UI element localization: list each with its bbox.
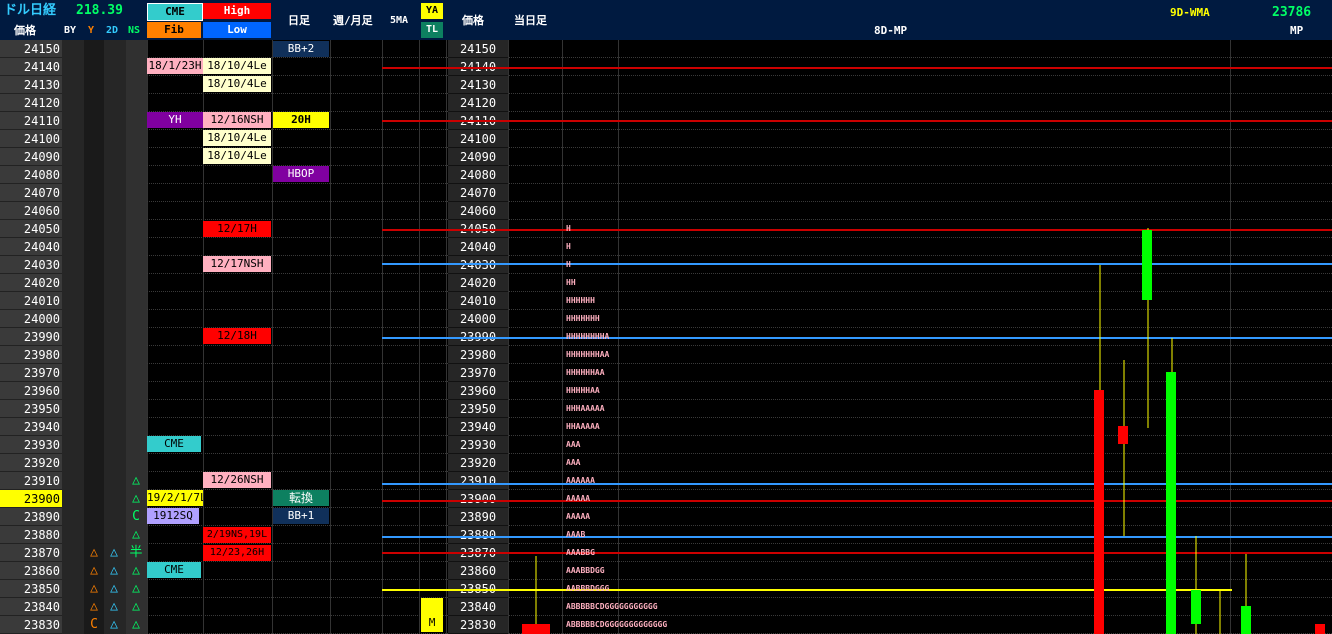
mp-row: AAAAA: [566, 494, 591, 503]
tag-20h[interactable]: 20H: [273, 112, 329, 128]
mp-row: ABBBBBCDGGGGGGGGGGG: [566, 602, 658, 611]
tag-12-17nsh[interactable]: 12/17NSH: [203, 256, 271, 272]
mp-row: HHHHHHHAA: [566, 350, 610, 359]
tag-18-10-4le[interactable]: 18/10/4Le: [203, 76, 271, 92]
mp-row: AAAAA: [566, 512, 591, 521]
triangle-mark: △: [110, 545, 118, 560]
mp-row: AAAB: [566, 530, 586, 539]
tag-12-17h[interactable]: 12/17H: [203, 221, 271, 237]
mp-row: H: [566, 260, 571, 269]
candle-green: [1191, 590, 1201, 624]
mp-row: H: [566, 224, 571, 233]
tag-cme[interactable]: CME: [147, 562, 201, 578]
han-mark: 半: [129, 545, 143, 560]
tag-hbop[interactable]: HBOP: [273, 166, 329, 182]
mp-row: AAA: [566, 458, 581, 467]
tag-12-16nsh[interactable]: 12/16NSH: [203, 112, 271, 128]
tag-bb-plus-2[interactable]: BB+2: [273, 41, 329, 57]
triangle-mark: △: [132, 599, 140, 614]
triangle-mark: △: [90, 563, 98, 578]
candle-red: [1315, 624, 1325, 634]
candle-green: [1166, 372, 1176, 634]
tag-m[interactable]: M: [421, 598, 443, 632]
mp-row: AAABBDGG: [566, 566, 605, 575]
c-mark: C: [132, 509, 140, 524]
mp-row: HH: [566, 278, 576, 287]
candle-red: [1094, 390, 1104, 634]
tag-12-18h[interactable]: 12/18H: [203, 328, 271, 344]
triangle-mark: △: [90, 581, 98, 596]
tag-tenkan[interactable]: 転換: [273, 490, 329, 506]
triangle-mark: △: [110, 617, 118, 632]
mp-row: AAABBG: [566, 548, 595, 557]
candle-green: [1142, 230, 1152, 300]
mp-row: HHHHHAA: [566, 386, 600, 395]
candle-red-today: [522, 624, 550, 634]
tag-yh[interactable]: YH: [147, 112, 203, 128]
mp-row: HHHHHHHHA: [566, 332, 610, 341]
triangle-mark: △: [132, 491, 140, 506]
tag-12-23-26h[interactable]: 12/23,26H: [203, 545, 271, 561]
triangle-mark: △: [132, 581, 140, 596]
tag-18-1-23h[interactable]: 18/1/23H: [147, 58, 203, 74]
tag-12-26nsh[interactable]: 12/26NSH: [203, 472, 271, 488]
c-mark: C: [90, 617, 98, 632]
triangle-mark: △: [132, 617, 140, 632]
tag-18-10-4le[interactable]: 18/10/4Le: [203, 58, 271, 74]
tag-1912sq[interactable]: 1912SQ: [147, 508, 199, 524]
mp-row: ABBBBBCDGGGGGGGGGGGGG: [566, 620, 668, 629]
triangle-mark: △: [110, 599, 118, 614]
mp-row: HHHHHHH: [566, 314, 600, 323]
candle-red: [1118, 426, 1128, 444]
mp-row: AAA: [566, 440, 581, 449]
tag-bb-plus-1[interactable]: BB+1: [273, 508, 329, 524]
mp-row: AAAAAA: [566, 476, 595, 485]
mp-row: HHHAAAAA: [566, 404, 605, 413]
triangle-mark: △: [132, 563, 140, 578]
candle-green: [1241, 606, 1251, 634]
triangle-mark: △: [132, 527, 140, 542]
tag-2-19ns-19l[interactable]: 2/19NS,19L: [203, 527, 271, 543]
tag-18-10-4le[interactable]: 18/10/4Le: [203, 148, 271, 164]
candle-chart: [522, 228, 1325, 634]
triangle-mark: △: [110, 581, 118, 596]
tag-cme[interactable]: CME: [147, 436, 201, 452]
triangle-mark: △: [132, 473, 140, 488]
triangle-mark: △: [90, 599, 98, 614]
triangle-mark: △: [90, 545, 98, 560]
triangle-mark: △: [110, 563, 118, 578]
mp-row: HHAAAAA: [566, 422, 600, 431]
mp-row: AABBBDGGG: [566, 584, 610, 593]
tag-18-10-4le[interactable]: 18/10/4Le: [203, 130, 271, 146]
tag-19-2-1-7l[interactable]: 19/2/1/7L: [147, 490, 203, 506]
mp-row: HHHHHHAA: [566, 368, 605, 377]
mp-row: HHHHHH: [566, 296, 595, 305]
mp-row: H: [566, 242, 571, 251]
